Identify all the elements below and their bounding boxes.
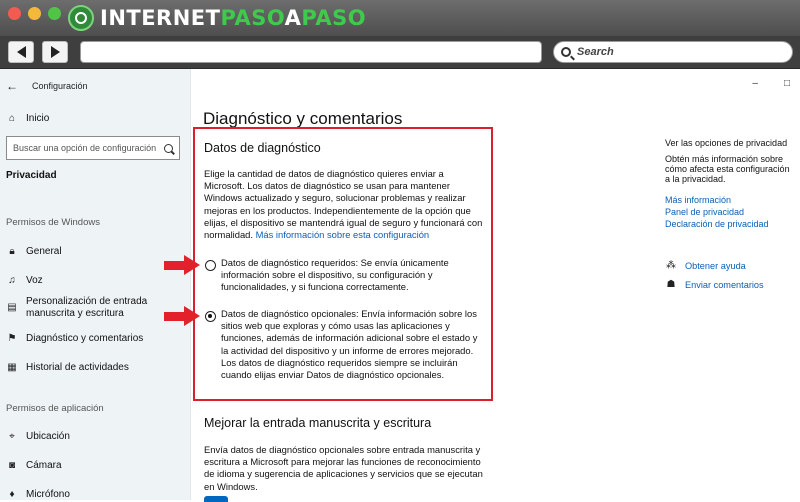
send-feedback-link[interactable]: ☗ Enviar comentarios xyxy=(665,279,764,290)
sidebar-item-label: Cámara xyxy=(26,460,62,471)
sidebar-item-label: Ubicación xyxy=(26,431,70,442)
sidebar-item-label: Diagnóstico y comentarios xyxy=(26,333,144,344)
search-placeholder: Search xyxy=(577,46,614,58)
browser-toolbar: Search xyxy=(0,36,800,69)
sidebar-item-label: Micrófono xyxy=(26,489,70,500)
diagnostic-data-heading: Datos de diagnóstico xyxy=(204,141,321,155)
location-icon: ⌖ xyxy=(9,431,15,442)
site-logo: INTERNETPASOAPASO xyxy=(68,3,366,33)
feedback-person-icon: ☗ xyxy=(666,279,676,290)
optional-data-radio[interactable] xyxy=(205,311,216,322)
history-icon: ▦ xyxy=(7,362,17,373)
more-info-link[interactable]: Más información xyxy=(665,195,731,205)
sidebar-item-camera[interactable]: ◙ Cámara xyxy=(6,460,62,471)
settings-search-placeholder: Buscar una opción de configuración xyxy=(13,143,157,153)
diagnostic-intro-text: Elige la cantidad de datos de diagnóstic… xyxy=(204,168,486,241)
privacy-dashboard-link[interactable]: Panel de privacidad xyxy=(665,207,744,217)
sidebar-group-title: Permisos de aplicación xyxy=(6,403,104,414)
window-title: Configuración xyxy=(32,81,88,91)
microphone-icon: ♦ xyxy=(9,489,15,500)
required-data-label: Datos de diagnóstico requeridos: Se enví… xyxy=(221,257,449,293)
required-data-radio[interactable] xyxy=(205,260,216,271)
document-pen-icon: ▤ xyxy=(7,302,17,313)
sidebar-item-label: Inicio xyxy=(26,113,50,124)
close-window-button[interactable] xyxy=(8,7,21,20)
maximize-window-button[interactable] xyxy=(48,7,61,20)
optional-data-label: Datos de diagnóstico opcionales: Envía i… xyxy=(221,308,478,381)
sidebar-item-general[interactable]: 🔒︎ General xyxy=(6,246,62,257)
browser-titlebar: INTERNETPASOAPASO xyxy=(0,0,800,36)
help-chat-icon: ⁂ xyxy=(666,260,676,271)
back-arrow-icon xyxy=(16,46,26,58)
privacy-options-heading: Ver las opciones de privacidad xyxy=(665,138,788,148)
feedback-icon: ⚑ xyxy=(7,333,17,344)
sidebar-item-diagnostics[interactable]: ⚑ Diagnóstico y comentarios xyxy=(6,333,144,344)
sidebar-section-title: Privacidad xyxy=(6,170,57,181)
search-icon xyxy=(164,143,173,153)
window-title-row: ← Configuración xyxy=(6,79,88,93)
minimize-window-button[interactable] xyxy=(28,7,41,20)
get-help-label: Obtener ayuda xyxy=(685,260,746,271)
minimize-button[interactable]: – xyxy=(752,78,758,89)
sidebar-item-label: General xyxy=(26,246,62,257)
logo-text: INTERNETPASOAPASO xyxy=(100,6,367,30)
logo-badge-icon xyxy=(68,5,94,31)
red-pointer-arrow xyxy=(164,255,202,275)
home-icon: ⌂ xyxy=(8,113,16,124)
search-icon xyxy=(561,47,571,57)
more-info-link[interactable]: Más información sobre esta configuración xyxy=(256,229,430,240)
sidebar-item-location[interactable]: ⌖ Ubicación xyxy=(6,431,70,442)
sidebar-item-activity-history[interactable]: ▦ Historial de actividades xyxy=(6,362,129,373)
settings-search-input[interactable]: Buscar una opción de configuración xyxy=(6,136,180,160)
forward-arrow-icon xyxy=(50,46,60,58)
settings-window: ← Configuración ⌂ Inicio Buscar una opci… xyxy=(0,69,800,502)
back-arrow-icon[interactable]: ← xyxy=(6,79,18,93)
settings-sidebar: ← Configuración ⌂ Inicio Buscar una opci… xyxy=(0,69,191,500)
sidebar-item-label: Historial de actividades xyxy=(26,362,129,373)
camera-icon: ◙ xyxy=(8,460,16,471)
address-bar[interactable] xyxy=(80,41,542,63)
forward-button[interactable] xyxy=(42,41,68,63)
page-title: Diagnóstico y comentarios xyxy=(203,109,403,128)
restore-button[interactable]: □ xyxy=(784,78,790,89)
get-help-link[interactable]: ⁂ Obtener ayuda xyxy=(665,260,746,271)
privacy-statement-link[interactable]: Declaración de privacidad xyxy=(665,219,769,229)
privacy-options-description: Obtén más información sobre cómo afecta … xyxy=(665,154,790,184)
red-pointer-arrow xyxy=(164,306,202,326)
sidebar-item-home[interactable]: ⌂ Inicio xyxy=(6,113,49,124)
sidebar-item-label: Voz xyxy=(26,275,43,286)
sidebar-group-title: Permisos de Windows xyxy=(6,217,100,228)
ink-typing-text: Envía datos de diagnóstico opcionales so… xyxy=(204,444,483,492)
window-controls: – □ xyxy=(752,78,790,89)
sidebar-item-voice[interactable]: ♫ Voz xyxy=(6,275,43,286)
sidebar-item-microphone[interactable]: ♦ Micrófono xyxy=(6,489,70,500)
voice-icon: ♫ xyxy=(8,275,16,286)
browser-search-input[interactable]: Search xyxy=(553,41,793,63)
ink-typing-heading: Mejorar la entrada manuscrita y escritur… xyxy=(204,416,432,430)
ink-typing-toggle[interactable] xyxy=(204,496,228,502)
send-feedback-label: Enviar comentarios xyxy=(685,279,764,290)
back-button[interactable] xyxy=(8,41,34,63)
lock-icon: 🔒︎ xyxy=(9,246,15,257)
